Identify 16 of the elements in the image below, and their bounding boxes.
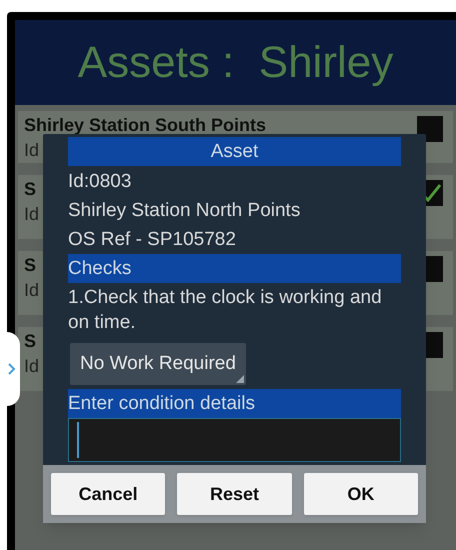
asset-name: Shirley Station North Points (68, 199, 302, 223)
check-text: 1.Check that the clock is working and on time. (68, 286, 383, 335)
asset-id: Id (24, 139, 40, 161)
section-heading: Checks (68, 254, 401, 283)
screen-title: Assets : Shirley (78, 36, 394, 88)
asset-id: Id:0803 (68, 170, 132, 194)
field-label: Enter condition details (68, 389, 401, 418)
asset-id: Id (24, 355, 40, 377)
dialog-title: Asset (68, 137, 401, 166)
os-reference: OS Ref - SP105782 (68, 228, 237, 252)
asset-name: S (24, 254, 36, 276)
asset-id: Id (24, 279, 40, 301)
asset-name: S (24, 330, 36, 352)
asset-name: S (24, 178, 36, 200)
asset-name: Shirley Station South Points (24, 114, 266, 136)
asset-id: Id (24, 203, 40, 225)
